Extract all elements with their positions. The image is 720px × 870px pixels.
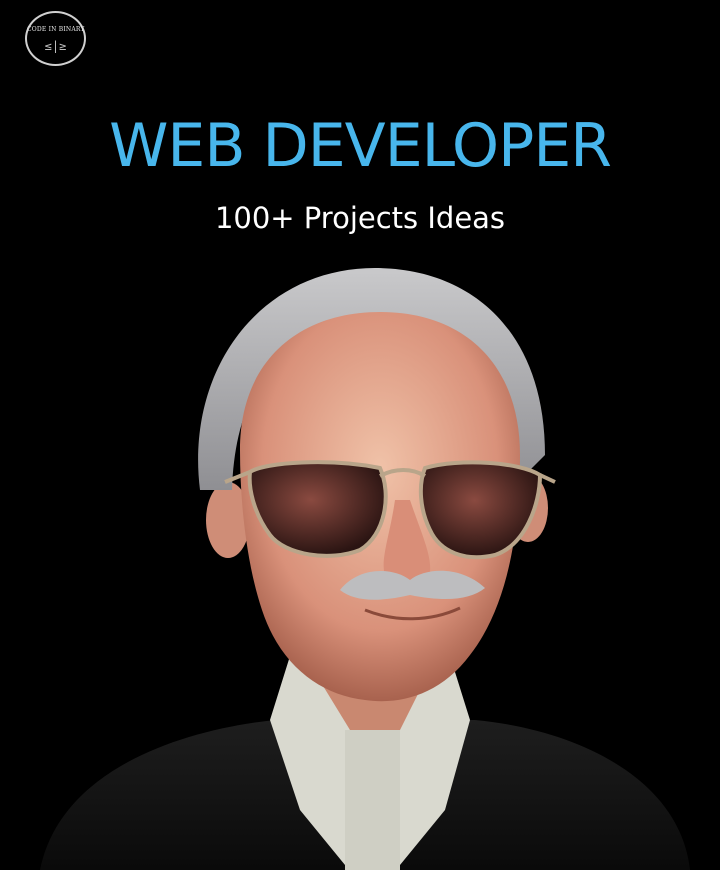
logo-text: CODE IN BINARY: [27, 26, 85, 33]
logo-glyph-icon: ≤|≥: [44, 39, 67, 53]
page-subtitle: 100+ Projects Ideas: [214, 201, 506, 235]
page-title: WEB DEVELOPER: [109, 111, 612, 181]
portrait-illustration: [40, 268, 690, 870]
brand-logo: CODE IN BINARY ≤|≥: [25, 11, 86, 66]
shirt-front: [345, 730, 400, 870]
